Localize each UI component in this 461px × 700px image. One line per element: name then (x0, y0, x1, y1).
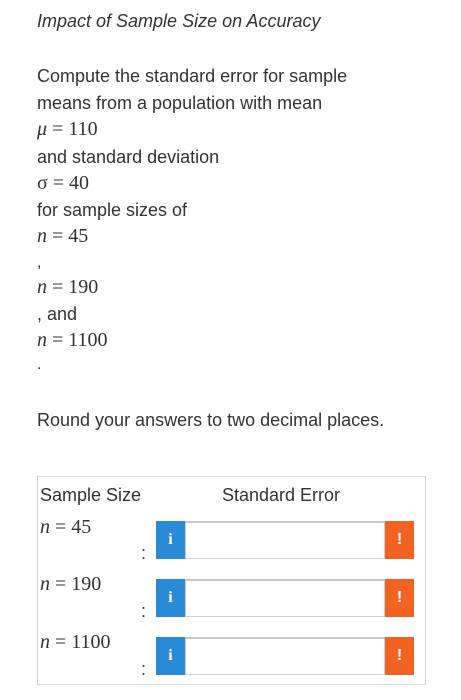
info-icon[interactable]: i (156, 637, 185, 675)
n3-value: = 1100 (47, 329, 108, 351)
standard-error-input-n190[interactable] (185, 579, 385, 617)
row-n-value: = 45 (50, 516, 92, 538)
info-icon[interactable]: i (156, 579, 185, 617)
exclamation-icon[interactable]: ! (385, 637, 414, 675)
mu-value: = 110 (47, 118, 98, 140)
problem-text-line-1: Compute the standard error for sample (37, 66, 348, 86)
row-n-value: = 190 (50, 573, 102, 595)
problem-text-line-3: and standard deviation (37, 147, 220, 167)
problem-text-line-4: for sample sizes of (37, 200, 188, 220)
and-text: , and (37, 304, 78, 324)
row-label-n45: n = 45 (40, 516, 91, 539)
row-label-n1100: n = 1100 (40, 631, 111, 654)
n-symbol: n (37, 276, 47, 298)
column-header-standard-error: Standard Error (222, 485, 341, 505)
standard-error-input-n45[interactable] (185, 521, 385, 559)
math-n2: n = 190 (37, 276, 98, 299)
n1-value: = 45 (47, 225, 89, 247)
math-n3: n = 1100 (37, 329, 108, 352)
period-separator: . (37, 356, 42, 373)
n-symbol: n (40, 631, 50, 653)
row-colon: : (141, 543, 147, 563)
row-colon: : (141, 601, 147, 621)
column-header-sample-size: Sample Size (40, 485, 142, 505)
row-colon: : (141, 659, 147, 679)
exclamation-icon[interactable]: ! (385, 579, 414, 617)
n2-value: = 190 (47, 276, 99, 298)
mu-symbol: μ (37, 118, 48, 140)
info-icon[interactable]: i (156, 521, 185, 559)
math-n1: n = 45 (37, 225, 88, 248)
n-symbol: n (37, 329, 47, 351)
n-symbol: n (40, 516, 50, 538)
standard-error-input-n1100[interactable] (185, 637, 385, 675)
exclamation-icon[interactable]: ! (385, 521, 414, 559)
round-instruction: Round your answers to two decimal places… (37, 410, 385, 430)
n-symbol: n (37, 225, 47, 247)
math-sigma: σ = 40 (37, 172, 90, 194)
math-mu: μ = 110 (37, 118, 98, 141)
question-title: Impact of Sample Size on Accuracy (37, 11, 321, 31)
comma-separator: , (37, 254, 42, 271)
n-symbol: n (40, 573, 50, 595)
problem-text-line-2: means from a population with mean (37, 93, 323, 113)
row-n-value: = 1100 (50, 631, 111, 653)
row-label-n190: n = 190 (40, 573, 101, 596)
